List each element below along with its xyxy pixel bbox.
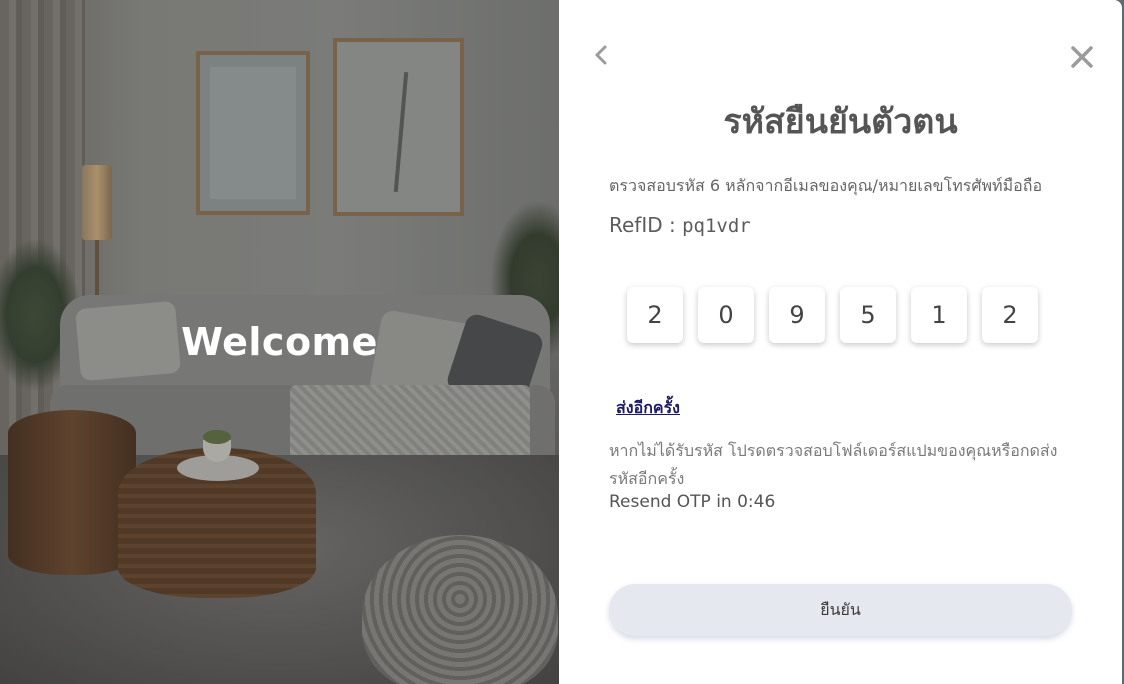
otp-digit-1[interactable]: 2 bbox=[627, 287, 683, 343]
close-button[interactable] bbox=[1067, 42, 1097, 72]
otp-digit-3[interactable]: 9 bbox=[769, 287, 825, 343]
chevron-left-icon bbox=[589, 40, 615, 70]
dialog-title: รหัสยืนยันตัวตน bbox=[723, 102, 958, 142]
otp-dialog: รหัสยืนยันตัวตน ตรวจสอบรหัส 6 หลักจากอีเ… bbox=[559, 0, 1122, 684]
back-button[interactable] bbox=[589, 40, 615, 70]
otp-digit-4[interactable]: 5 bbox=[840, 287, 896, 343]
otp-digit-2[interactable]: 0 bbox=[698, 287, 754, 343]
welcome-heading: Welcome bbox=[181, 320, 378, 364]
resend-link[interactable]: ส่งอีกครั้ง bbox=[616, 396, 680, 421]
ref-id: RefID : pq1vdr bbox=[609, 213, 751, 237]
welcome-background-image: Welcome bbox=[0, 0, 559, 684]
ref-id-label: RefID : bbox=[609, 213, 683, 237]
resend-timer: Resend OTP in 0:46 bbox=[609, 492, 776, 512]
confirm-button[interactable]: ยืนยัน bbox=[609, 584, 1072, 636]
help-text: หากไม่ได้รับรหัส โปรดตรวจสอบโฟล์เดอร์สแป… bbox=[609, 441, 1058, 488]
close-icon bbox=[1067, 42, 1097, 72]
otp-digit-6[interactable]: 2 bbox=[982, 287, 1038, 343]
otp-digit-5[interactable]: 1 bbox=[911, 287, 967, 343]
otp-input-group: 2 0 9 5 1 2 bbox=[627, 287, 1038, 343]
ref-id-value: pq1vdr bbox=[682, 215, 751, 237]
instruction-text: ตรวจสอบรหัส 6 หลักจากอีเมลของคุณ/หมายเลข… bbox=[609, 176, 1043, 195]
